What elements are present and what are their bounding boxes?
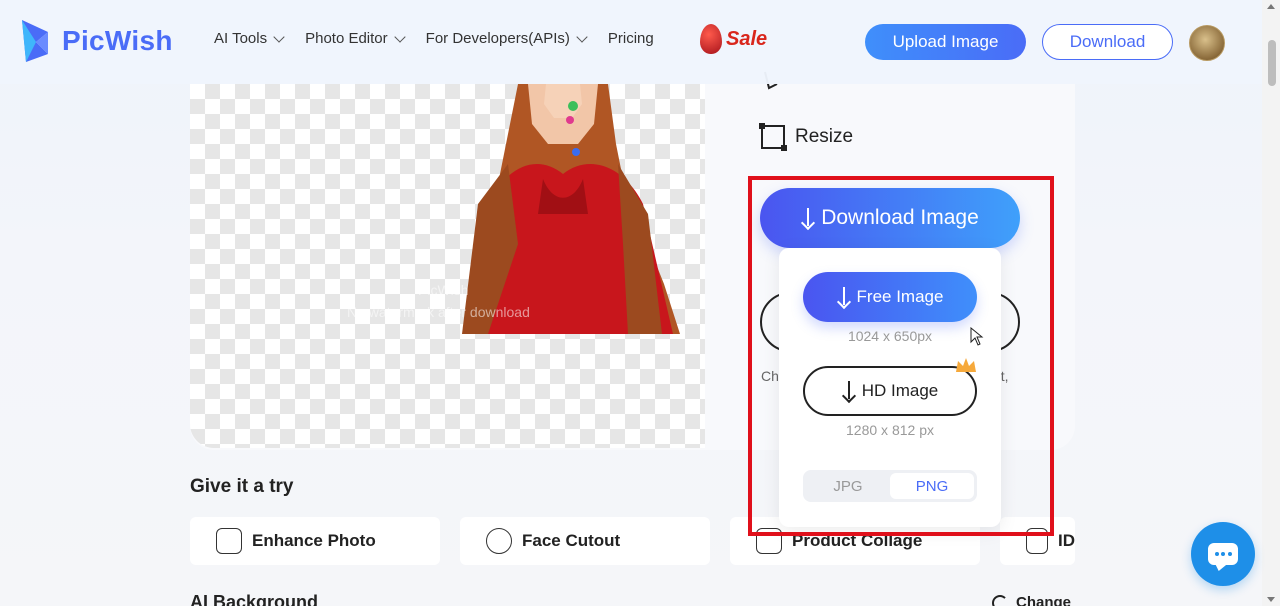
tool-face-cutout[interactable]: Face Cutout	[460, 517, 710, 565]
sale-badge[interactable]: Sale	[700, 24, 767, 54]
brand-name: PicWish	[62, 25, 173, 56]
chevron-down-icon	[273, 30, 285, 43]
picwish-logo-icon	[22, 20, 48, 62]
scroll-up-arrow-icon[interactable]	[1267, 4, 1275, 9]
free-image-label: Free Image	[856, 287, 944, 306]
hd-image-label: HD Image	[861, 381, 939, 400]
nav-photo-editor-label: Photo Editor	[305, 30, 388, 47]
hd-image-button[interactable]: HD Image	[803, 366, 977, 416]
nav-ai-tools[interactable]: AI Tools	[214, 30, 285, 47]
page-scrollbar[interactable]	[1262, 0, 1280, 606]
ai-background-heading: AI Background	[190, 592, 319, 606]
download-button[interactable]: Download	[1042, 24, 1173, 60]
tool-id-photo-label: ID	[1058, 531, 1075, 550]
tool-product-collage-label: Product Collage	[792, 531, 923, 550]
change-button[interactable]: Change	[992, 594, 1071, 606]
user-avatar[interactable]	[1189, 25, 1225, 61]
collage-icon	[756, 528, 782, 554]
chat-support-button[interactable]	[1191, 522, 1255, 586]
chevron-down-icon	[393, 30, 406, 43]
chevron-down-icon	[576, 30, 588, 43]
free-image-size: 1024 x 650px	[847, 328, 933, 344]
nav-developers[interactable]: For Developers(APIs)	[425, 30, 588, 47]
format-jpg-option[interactable]: JPG	[806, 473, 890, 499]
enhance-hd-icon	[216, 528, 242, 554]
tool-enhance-photo-label: Enhance Photo	[252, 531, 376, 550]
face-cutout-icon	[486, 528, 512, 554]
id-photo-icon	[1026, 528, 1048, 554]
upload-image-button[interactable]: Upload Image	[865, 24, 1026, 60]
resize-label: Resize	[795, 126, 854, 147]
cutout-subject-image	[462, 84, 680, 334]
format-toggle: JPG PNG	[803, 470, 977, 502]
mouse-cursor-icon	[970, 327, 984, 346]
watermark-brand: PicWish	[418, 282, 469, 298]
scroll-down-arrow-icon[interactable]	[1267, 597, 1275, 602]
resize-option[interactable]: Resize	[759, 123, 854, 151]
picwish-logo[interactable]: PicWish	[18, 18, 173, 64]
partial-caption-left: Ch	[761, 368, 779, 384]
sale-label: Sale	[726, 27, 768, 50]
download-image-button[interactable]: Download Image	[760, 188, 1020, 248]
nav-photo-editor[interactable]: Photo Editor	[305, 30, 406, 47]
download-arrow-icon	[842, 381, 856, 401]
refresh-icon	[992, 594, 1008, 606]
chat-bubble-icon	[1208, 543, 1238, 565]
premium-crown-icon	[956, 358, 976, 372]
top-header: PicWish AI Tools Photo Editor For Develo…	[0, 0, 1262, 84]
download-image-label: Download Image	[821, 206, 979, 229]
resize-icon	[759, 123, 787, 151]
give-it-a-try-heading: Give it a try	[190, 476, 294, 497]
tool-enhance-photo[interactable]: Enhance Photo	[190, 517, 440, 565]
free-image-button[interactable]: Free Image	[803, 272, 977, 322]
download-arrow-icon	[801, 208, 815, 228]
nav-developers-label: For Developers(APIs)	[425, 30, 570, 47]
nav-pricing-label: Pricing	[607, 30, 654, 47]
image-canvas[interactable]: PicWish No watermark after download	[190, 84, 705, 448]
easter-egg-icon	[700, 24, 722, 54]
nav-ai-tools-label: AI Tools	[214, 30, 268, 47]
main-nav: AI Tools Photo Editor For Developers(API…	[214, 30, 676, 47]
change-label: Change	[1016, 594, 1072, 606]
nav-pricing[interactable]: Pricing	[608, 30, 654, 47]
tool-id-photo[interactable]: ID	[1000, 517, 1075, 565]
format-png-option[interactable]: PNG	[890, 473, 974, 499]
watermark-note: No watermark after download	[347, 304, 530, 320]
download-arrow-icon	[837, 287, 851, 307]
scroll-thumb[interactable]	[1268, 40, 1276, 86]
hd-image-size: 1280 x 812 px	[846, 422, 934, 438]
tool-face-cutout-label: Face Cutout	[522, 531, 621, 550]
